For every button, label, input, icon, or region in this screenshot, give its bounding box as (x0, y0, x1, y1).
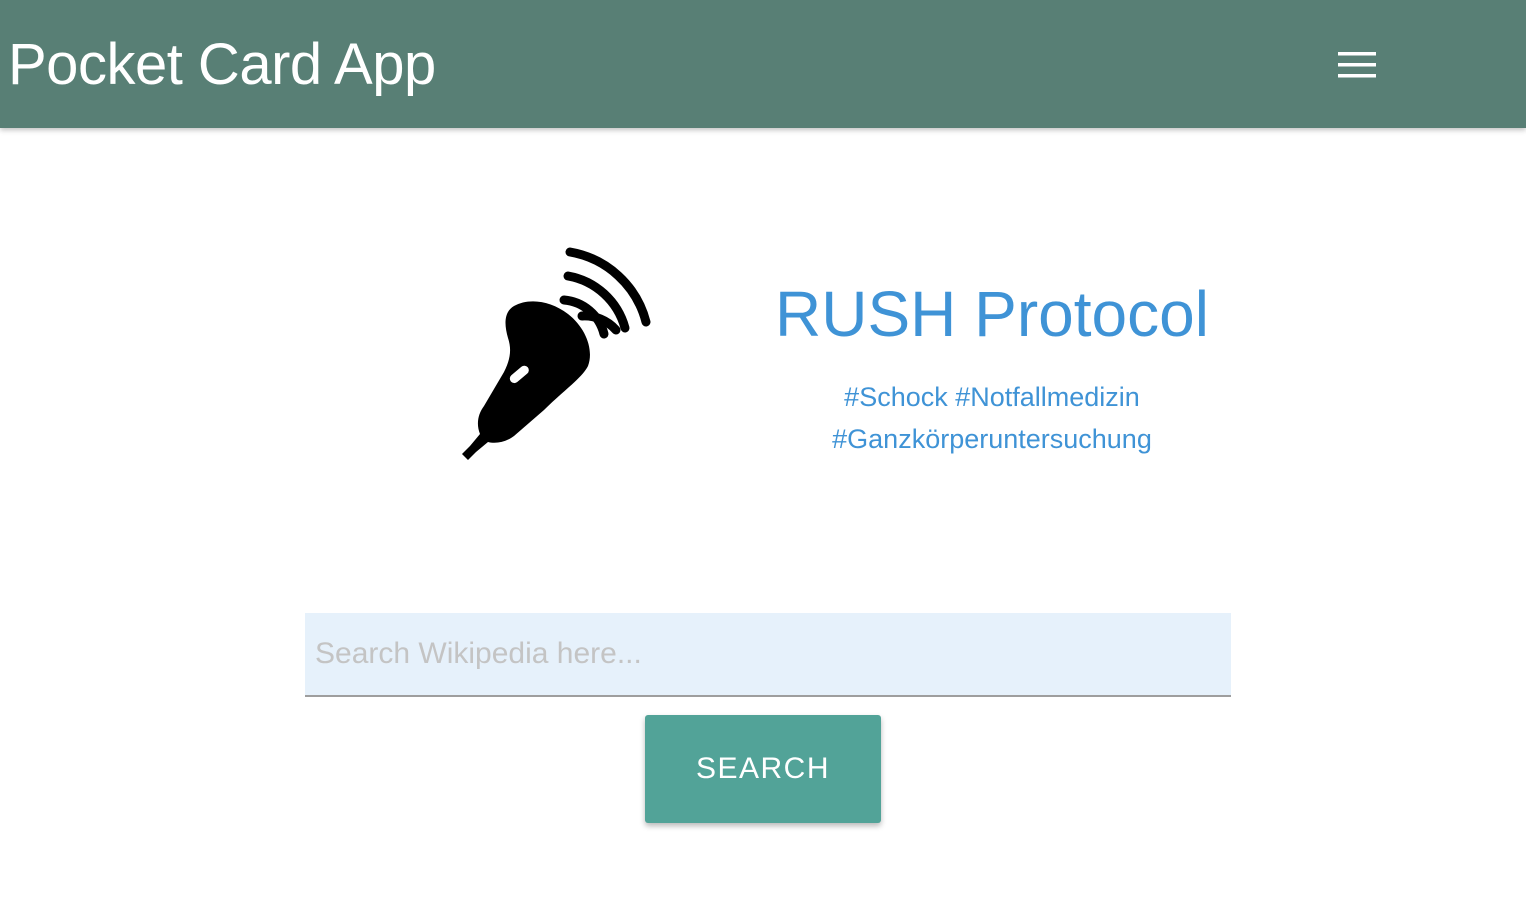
app-brand-title[interactable]: Pocket Card App (8, 30, 436, 100)
ultrasound-probe-icon (462, 247, 651, 460)
tag-line[interactable]: #Ganzkörperuntersuchung (760, 418, 1224, 460)
protocol-title: RUSH Protocol (775, 278, 1209, 350)
hamburger-menu-icon (1338, 52, 1376, 78)
top-app-bar: Pocket Card App (0, 0, 1526, 128)
search-input[interactable] (305, 613, 1231, 697)
tag-line[interactable]: #Schock #Notfallmedizin (760, 376, 1224, 418)
search-button[interactable]: SEARCH (645, 715, 881, 823)
protocol-tags: #Schock #Notfallmedizin #Ganzkörperunter… (760, 376, 1224, 460)
menu-button[interactable] (1330, 44, 1384, 86)
hero-section: RUSH Protocol #Schock #Notfallmedizin #G… (0, 128, 1526, 588)
